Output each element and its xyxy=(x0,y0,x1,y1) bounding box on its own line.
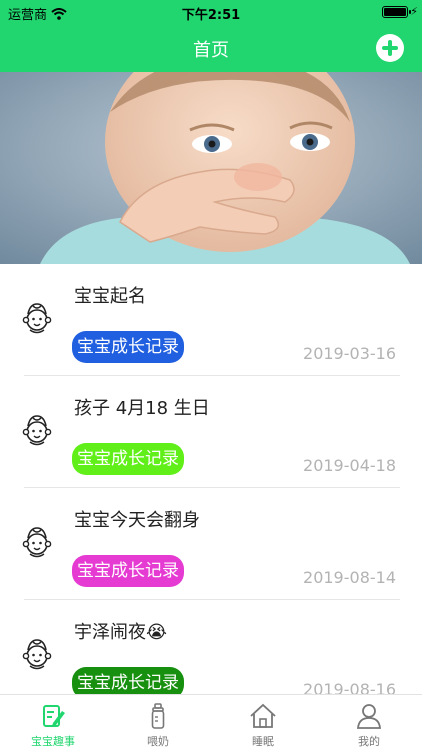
baby-photo xyxy=(0,72,422,264)
record-title: 宝宝起名 xyxy=(74,286,146,307)
record-title: 孩子 4月18 生日 xyxy=(74,398,210,419)
banner-photo xyxy=(0,72,422,264)
record-date: 2019-04-18 xyxy=(303,456,396,475)
page-title: 首页 xyxy=(193,40,229,61)
bottle-icon xyxy=(151,703,165,729)
tab-label: 睡眠 xyxy=(252,735,274,748)
record-title: 宇泽闹夜😭 xyxy=(74,622,168,643)
record-date: 2019-03-16 xyxy=(303,344,396,363)
home-icon xyxy=(250,703,276,728)
tab-feeding[interactable]: 喂奶 xyxy=(105,695,211,750)
tab-bar: 宝宝趣事 喂奶 睡眠 我的 xyxy=(0,694,422,750)
tab-label: 喂奶 xyxy=(147,735,169,748)
baby-face-icon xyxy=(22,303,52,334)
edit-icon xyxy=(43,705,65,727)
add-record-button[interactable] xyxy=(376,34,404,62)
person-icon xyxy=(357,704,381,729)
baby-face-icon xyxy=(22,415,52,446)
record-title: 宝宝今天会翻身 xyxy=(74,510,200,531)
record-date: 2019-08-14 xyxy=(303,568,396,587)
status-time: 下午2:51 xyxy=(181,8,241,23)
record-tag: 宝宝成长记录 xyxy=(72,555,184,587)
baby-face-icon xyxy=(22,639,52,670)
record-tag: 宝宝成长记录 xyxy=(72,443,184,475)
record-tag: 宝宝成长记录 xyxy=(72,331,184,363)
record-item[interactable]: 宇泽闹夜😭 宝宝成长记录 2019-08-16 xyxy=(0,600,422,694)
record-item[interactable]: 孩子 4月18 生日 宝宝成长记录 2019-04-18 xyxy=(0,376,422,488)
record-item[interactable]: 宝宝今天会翻身 宝宝成长记录 2019-08-14 xyxy=(0,488,422,600)
record-item[interactable]: 宝宝起名 宝宝成长记录 2019-03-16 xyxy=(0,264,422,376)
charging-icon: ⚡ xyxy=(410,5,418,18)
battery-icon xyxy=(382,6,411,18)
record-tag: 宝宝成长记录 xyxy=(72,667,184,694)
nav-bar: 首页 xyxy=(0,24,422,72)
baby-face-icon xyxy=(22,527,52,558)
status-bar: 运营商 下午2:51 ⚡ xyxy=(0,0,422,24)
record-list: 宝宝起名 宝宝成长记录 2019-03-16 孩子 4月18 生日 宝宝成长记录… xyxy=(0,264,422,694)
screen: 运营商 下午2:51 ⚡ 首页 宝宝起名 宝宝成长记录 2019-03-16 孩… xyxy=(0,0,422,750)
tab-sleep[interactable]: 睡眠 xyxy=(210,695,316,750)
tab-profile[interactable]: 我的 xyxy=(316,695,422,750)
tab-label: 我的 xyxy=(358,735,380,748)
record-date: 2019-08-16 xyxy=(303,680,396,694)
battery-fill xyxy=(384,8,406,16)
tab-label: 宝宝趣事 xyxy=(31,735,75,748)
tab-baby-stories[interactable]: 宝宝趣事 xyxy=(0,695,106,750)
